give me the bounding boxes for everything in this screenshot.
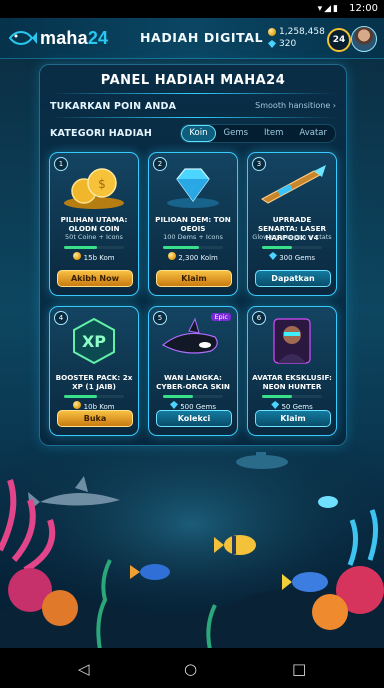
reward-card-laser-harpoon[interactable]: 3 UPRRADE SENARTA: LASER HARPOOK V4 Glow… [247, 152, 337, 296]
reward-card-gold-coin[interactable]: 1 $ PILIHAN UTAMA: OLODN COIN 50t Coine … [49, 152, 139, 296]
svg-text:XP: XP [82, 332, 106, 351]
coin-icon [268, 28, 276, 36]
clock: 12:00 [349, 3, 378, 14]
redeem-hint-link[interactable]: Smooth hansitione › [255, 101, 336, 110]
diamond-icon [167, 168, 219, 208]
fish-small-icon [318, 496, 338, 508]
back-icon[interactable]: ◁ [78, 660, 90, 678]
divider [50, 93, 336, 94]
currency-balances: 1,258,458 320 [268, 26, 325, 50]
card-title: PILIOAN DEM: TON OEOIS [155, 215, 231, 233]
gem-icon [268, 252, 277, 260]
card-cost: 15b Kom [54, 252, 134, 262]
card-action-button[interactable]: Kolekci [156, 410, 232, 427]
tab-koin[interactable]: Koin [181, 125, 216, 142]
panel-title: PANEL HADIAH MAHA24 [100, 73, 286, 88]
orca-icon [161, 317, 218, 354]
tab-avatar[interactable]: Avatar [291, 125, 335, 142]
home-icon[interactable]: ○ [184, 660, 197, 678]
card-action-button[interactable]: Buka [57, 410, 133, 427]
gem-icon [271, 401, 280, 409]
card-subtitle: 100 Dems + Icons [163, 233, 223, 241]
harpoon-weapon-icon [261, 165, 326, 204]
android-nav-bar: ◁ ○ □ [0, 648, 384, 688]
gold-coins-icon: $ [64, 168, 124, 209]
neon-hunter-avatar-icon [273, 318, 311, 364]
card-title: AVATAR EKSKLUSIF: NEON HUNTER [252, 373, 332, 391]
card-action-button[interactable]: Akibh Now [57, 270, 133, 287]
reward-card-booster-pack[interactable]: 4 XP BOOSTER PACK: 2x XP (1 JAIB) 10b Ko… [49, 306, 139, 436]
redeem-points-label: TUKARKAN POIN ANDA [50, 101, 177, 112]
status-bar: ▾◢▮ 12:00 [0, 0, 384, 18]
svg-text:$: $ [98, 177, 106, 191]
app-logo[interactable]: maha24 [8, 26, 108, 50]
reward-card-cyber-orca[interactable]: 5 Epic WAN LANGKA: CYBER-ORCA SKIN 500 G… [148, 306, 238, 436]
reward-card-gems[interactable]: 2 PILIOAN DEM: TON OEOIS 100 Dems + Icon… [148, 152, 238, 296]
card-action-button[interactable]: Klaim [255, 410, 331, 427]
card-action-button[interactable]: Klaim [156, 270, 232, 287]
fish-logo-icon [8, 31, 37, 45]
card-action-button[interactable]: Dapatkan [255, 270, 331, 287]
coin-icon [73, 401, 82, 409]
reward-card-neon-hunter[interactable]: 6 AVATAR EKSKLUSIF: NEON HUNTER 50 Gems … [247, 306, 337, 436]
card-progress-bar [163, 395, 223, 398]
chevron-right-icon: › [332, 101, 336, 110]
card-progress-bar [262, 246, 322, 249]
logo-text: maha24 [40, 27, 109, 48]
profile-avatar[interactable] [351, 26, 377, 52]
tab-item[interactable]: Item [256, 125, 291, 142]
card-progress-bar [163, 246, 223, 249]
card-progress-bar [262, 395, 322, 398]
coin-icon [73, 252, 82, 260]
page-title: HADIAH DIGITAL [140, 30, 264, 45]
category-label: KATEGORI HADIAH [50, 128, 153, 139]
divider [50, 117, 336, 118]
card-progress-bar [64, 246, 124, 249]
player-level-badge[interactable]: 24 [327, 28, 351, 52]
coin-balance: 1,258,458 [279, 27, 325, 37]
gem-balance: 320 [279, 39, 297, 49]
card-title: BOOSTER PACK: 2x XP (1 JAIB) [55, 373, 133, 391]
signal-wifi-battery-icons: ▾◢▮ [317, 4, 340, 14]
category-tabs: Koin Gems Item Avatar [180, 124, 336, 143]
underwater-scenery [0, 440, 384, 650]
recents-icon[interactable]: □ [292, 660, 306, 678]
card-subtitle: Glowing weapon + ctats [252, 233, 332, 241]
card-cost: 2,300 Kolm [153, 252, 233, 262]
rarity-badge: Epic [211, 313, 231, 321]
top-bar: maha24 HADIAH DIGITAL 1,258,458 320 24 [0, 18, 384, 59]
coin-icon [168, 252, 177, 260]
card-progress-bar [64, 395, 124, 398]
gem-icon [268, 40, 276, 48]
tab-gems[interactable]: Gems [216, 125, 257, 142]
card-title: PILIHAN UTAMA: OLODN COIN [60, 215, 128, 233]
xp-hexagon-icon: XP [73, 317, 115, 365]
card-cost: 300 Gems [252, 252, 332, 262]
card-title: WAN LANGKA: CYBER-ORCA SKIN [156, 373, 230, 391]
gem-icon [169, 401, 178, 409]
card-subtitle: 50t Coine + Icons [65, 233, 123, 241]
